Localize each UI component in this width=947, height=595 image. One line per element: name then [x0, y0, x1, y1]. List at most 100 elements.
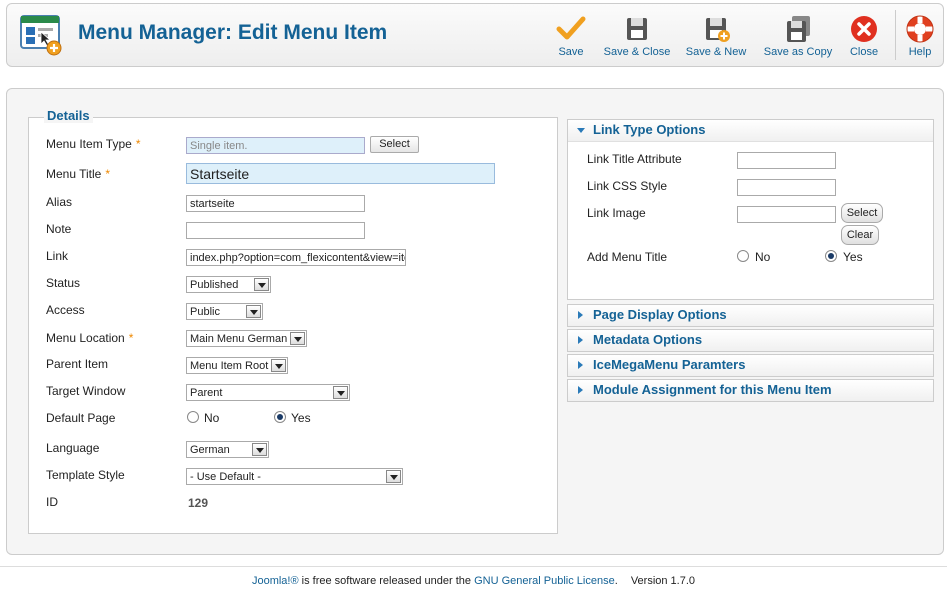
link-image-input[interactable] [737, 206, 836, 223]
status-value: Published [190, 279, 239, 291]
help-button[interactable]: Help [903, 14, 937, 58]
main-panel: Details Menu Item Type * Single item. Sel… [6, 88, 944, 555]
access-select[interactable]: Public [186, 303, 263, 320]
metadata-options-title: Metadata Options [593, 332, 703, 347]
link-css-style-label: Link CSS Style [587, 179, 668, 193]
note-input[interactable] [186, 222, 365, 239]
default-page-label: Default Page [46, 411, 116, 425]
add-menu-title-label: Add Menu Title [587, 250, 668, 264]
page-display-options-panel[interactable]: Page Display Options [567, 304, 934, 327]
add-menu-title-yes-radio[interactable] [825, 250, 837, 262]
page-title: Menu Manager: Edit Menu Item [78, 21, 388, 44]
template-style-value: - Use Default - [190, 471, 261, 483]
page-display-options-header[interactable]: Page Display Options [568, 305, 933, 326]
link-image-select-button[interactable]: Select [841, 203, 883, 223]
close-button[interactable]: Close [847, 14, 881, 58]
link-css-style-input[interactable] [737, 179, 836, 196]
version-text: Version 1.7.0 [630, 575, 696, 587]
save-as-copy-label: Save as Copy [763, 46, 833, 58]
triangle-down-icon [577, 128, 585, 133]
save-label: Save [558, 46, 584, 58]
link-title-attribute-label: Link Title Attribute [587, 152, 682, 166]
alias-label: Alias [46, 195, 73, 209]
access-value: Public [190, 306, 220, 318]
link-type-options-panel: Link Type Options Link Title Attribute L… [567, 119, 934, 300]
save-close-button[interactable]: Save & Close [601, 14, 673, 58]
default-page-no-label: No [204, 411, 220, 425]
menu-item-type-label: Menu Item Type * [46, 137, 141, 151]
close-icon [851, 16, 877, 42]
link-image-clear-button[interactable]: Clear [841, 225, 879, 245]
chevron-down-icon [290, 332, 305, 345]
template-style-select[interactable]: - Use Default - [186, 468, 403, 485]
id-value: 129 [188, 496, 209, 510]
link-type-options-body: Link Title Attribute Link CSS Style Link… [568, 141, 933, 299]
triangle-right-icon [578, 386, 583, 394]
menu-item-type-field[interactable]: Single item. [186, 137, 365, 154]
link-input[interactable]: index.php?option=com_flexicontent&view=i… [186, 249, 406, 266]
details-legend: Details [44, 108, 93, 123]
help-label: Help [908, 46, 932, 58]
access-label: Access [46, 303, 85, 317]
icemegamenu-paramters-title: IceMegaMenu Paramters [593, 357, 746, 372]
target-window-select[interactable]: Parent [186, 384, 350, 401]
language-select[interactable]: German [186, 441, 269, 458]
module-assignment-title: Module Assignment for this Menu Item [593, 382, 832, 397]
module-assignment-header[interactable]: Module Assignment for this Menu Item [568, 380, 933, 401]
save-button[interactable]: Save [554, 14, 588, 58]
add-menu-title-yes-label: Yes [843, 250, 863, 264]
checkmark-icon [556, 16, 586, 40]
default-page-yes-label: Yes [291, 411, 311, 425]
gpl-license-link[interactable]: GNU General Public License [474, 575, 615, 587]
template-style-label: Template Style [46, 468, 125, 482]
chevron-down-icon [386, 470, 401, 483]
target-window-label: Target Window [46, 384, 126, 398]
status-select[interactable]: Published [186, 276, 271, 293]
details-fieldset: Details Menu Item Type * Single item. Sel… [28, 108, 558, 534]
language-value: German [190, 444, 230, 456]
save-close-label: Save & Close [603, 46, 671, 58]
close-label: Close [849, 46, 879, 58]
default-page-no-radio[interactable] [187, 411, 199, 423]
footer: Joomla!® is free software released under… [0, 575, 947, 587]
add-menu-title-no-radio[interactable] [737, 250, 749, 262]
status-label: Status [46, 276, 81, 290]
parent-item-select[interactable]: Menu Item Root [186, 357, 288, 374]
floppy-disk-copy-icon [787, 16, 810, 42]
save-as-copy-button[interactable]: Save as Copy [761, 14, 835, 58]
alias-input[interactable]: startseite [186, 195, 365, 212]
link-type-options-header[interactable]: Link Type Options [568, 120, 933, 141]
chevron-down-icon [246, 305, 261, 318]
save-new-button[interactable]: Save & New [683, 14, 749, 58]
target-window-value: Parent [190, 387, 223, 399]
default-page-yes-radio[interactable] [274, 411, 286, 423]
save-new-label: Save & New [685, 46, 747, 58]
note-label: Note [46, 222, 72, 236]
id-label: ID [46, 495, 58, 509]
joomla-link[interactable]: Joomla!® [252, 575, 299, 587]
menu-item-type-select-button[interactable]: Select [370, 136, 419, 153]
menu-location-select[interactable]: Main Menu German [186, 330, 307, 347]
floppy-disk-plus-icon [706, 18, 730, 42]
footer-text-1: is free software released under the [298, 575, 475, 587]
menu-title-label: Menu Title * [46, 167, 111, 181]
triangle-right-icon [578, 336, 583, 344]
icemegamenu-paramters-header[interactable]: IceMegaMenu Paramters [568, 355, 933, 376]
chevron-down-icon [254, 278, 269, 291]
link-image-label: Link Image [587, 206, 646, 220]
link-title-attribute-input[interactable] [737, 152, 836, 169]
metadata-options-header[interactable]: Metadata Options [568, 330, 933, 351]
triangle-right-icon [578, 361, 583, 369]
menu-manager-icon [19, 14, 63, 56]
metadata-options-panel[interactable]: Metadata Options [567, 329, 934, 352]
lifebuoy-icon [906, 15, 934, 43]
module-assignment-panel[interactable]: Module Assignment for this Menu Item [567, 379, 934, 402]
toolbar-divider [895, 10, 896, 60]
floppy-disk-icon [627, 18, 647, 40]
add-menu-title-no-label: No [755, 250, 771, 264]
parent-item-label: Parent Item [46, 357, 109, 371]
menu-title-input[interactable]: Startseite [186, 163, 495, 184]
icemegamenu-paramters-panel[interactable]: IceMegaMenu Paramters [567, 354, 934, 377]
chevron-down-icon [271, 359, 286, 372]
chevron-down-icon [333, 386, 348, 399]
